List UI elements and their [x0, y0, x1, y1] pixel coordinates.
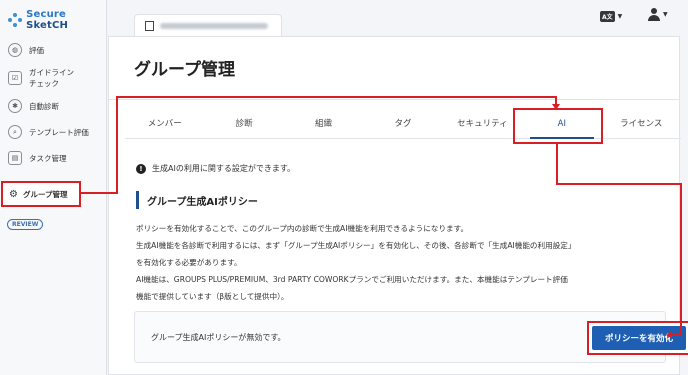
logo-mark-icon: [8, 13, 22, 27]
annotation-line: [556, 183, 682, 185]
description-line: を有効化する必要があります。: [136, 258, 242, 267]
sidebar: Secure SketCH ◍ 評価 ☑ ガイドライン チェック ✱ 自動診断 …: [0, 0, 107, 375]
sidebar-item-evaluation[interactable]: ◍ 評価: [0, 39, 106, 61]
user-icon: [648, 8, 660, 21]
gear-icon: ⚙: [9, 188, 18, 200]
chevron-down-icon: ▼: [663, 11, 668, 18]
enable-policy-button-annotation: ポリシーを有効化: [587, 321, 688, 355]
auto-diagnosis-icon: ✱: [8, 99, 22, 113]
annotation-arrow: [666, 331, 672, 339]
document-icon: [145, 20, 154, 31]
sidebar-item-auto-diagnosis[interactable]: ✱ 自動診断: [0, 95, 106, 117]
logo-text: Secure SketCH: [26, 9, 69, 31]
info-icon: !: [136, 163, 146, 174]
sidebar-item-label: 評価: [29, 45, 44, 55]
section-description: ポリシーを有効化することで、このグループ内の診断で生成AI機能を利用できるように…: [136, 220, 681, 305]
logo[interactable]: Secure SketCH: [0, 0, 106, 31]
sidebar-item-label: タスク管理: [29, 153, 67, 163]
document-tab[interactable]: [134, 14, 282, 36]
policy-status-text: グループ生成AIポリシーが無効です。: [151, 333, 286, 342]
sidebar-item-label: ガイドライン チェック: [29, 68, 74, 88]
tab-diagnosis[interactable]: 診断: [204, 109, 283, 138]
sidebar-item-template-evaluation[interactable]: ⌕ テンプレート評価: [0, 121, 106, 143]
annotation-line: [680, 183, 682, 335]
chevron-down-icon: ▼: [617, 13, 623, 20]
template-search-icon: ⌕: [8, 125, 22, 139]
sidebar-item-label: グループ管理: [22, 189, 68, 199]
tab-tags[interactable]: タグ: [363, 109, 442, 138]
annotation-line: [116, 96, 118, 194]
tab-security[interactable]: セキュリティ: [443, 109, 522, 138]
review-badge[interactable]: REVIEW: [7, 219, 44, 230]
top-bar: A文 ▼ ▼: [108, 0, 688, 36]
main-panel: グループ管理 メンバー 診断 組織 タグ セキュリティ AI ライセンス ! 生…: [108, 36, 688, 375]
document-tab-title-blurred: [160, 22, 268, 29]
annotation-arrow: [552, 104, 560, 110]
sidebar-item-label: 自動診断: [29, 101, 59, 111]
section-title: グループ生成AIポリシー: [147, 197, 258, 208]
info-message: ! 生成AIの利用に関する設定ができます。: [136, 163, 295, 174]
section-accent-bar: [136, 191, 139, 209]
policy-status-box: グループ生成AIポリシーが無効です。 ポリシーを有効化: [134, 311, 688, 363]
task-icon: ▤: [8, 151, 22, 165]
sidebar-nav: ◍ 評価 ☑ ガイドライン チェック ✱ 自動診断 ⌕ テンプレート評価 ▤ タ…: [0, 39, 106, 169]
tab-members[interactable]: メンバー: [125, 109, 204, 138]
description-line: AI機能は、GROUPS PLUS/PREMIUM、3rd PARTY COWO…: [136, 275, 568, 284]
annotation-line: [671, 334, 682, 336]
description-line: 機能で提供しています（β版として提供中）。: [136, 292, 289, 301]
divider: [109, 99, 679, 100]
annotation-line: [556, 142, 558, 184]
description-line: 生成AI機能を各診断で利用するには、まず「グループ生成AIポリシー」を有効化し、…: [136, 241, 576, 250]
sidebar-item-guideline-check[interactable]: ☑ ガイドライン チェック: [0, 61, 106, 95]
tab-license[interactable]: ライセンス: [602, 109, 681, 138]
sidebar-item-task-management[interactable]: ▤ タスク管理: [0, 147, 106, 169]
page-title: グループ管理: [134, 60, 235, 80]
evaluation-icon: ◍: [8, 43, 22, 57]
tab-organization[interactable]: 組織: [284, 109, 363, 138]
tab-ai-annotation-box: [513, 108, 603, 144]
guideline-check-icon: ☑: [8, 71, 22, 85]
annotation-line: [81, 192, 117, 194]
description-line: ポリシーを有効化することで、このグループ内の診断で生成AI機能を利用できるように…: [136, 224, 469, 233]
sidebar-item-group-management[interactable]: ⚙ グループ管理: [1, 181, 81, 207]
annotation-line: [116, 96, 556, 98]
language-selector[interactable]: A文 ▼: [600, 11, 622, 22]
language-icon: A文: [600, 11, 615, 22]
sidebar-item-label: テンプレート評価: [29, 127, 89, 137]
info-text: 生成AIの利用に関する設定ができます。: [152, 164, 296, 173]
user-menu[interactable]: ▼: [648, 8, 668, 21]
